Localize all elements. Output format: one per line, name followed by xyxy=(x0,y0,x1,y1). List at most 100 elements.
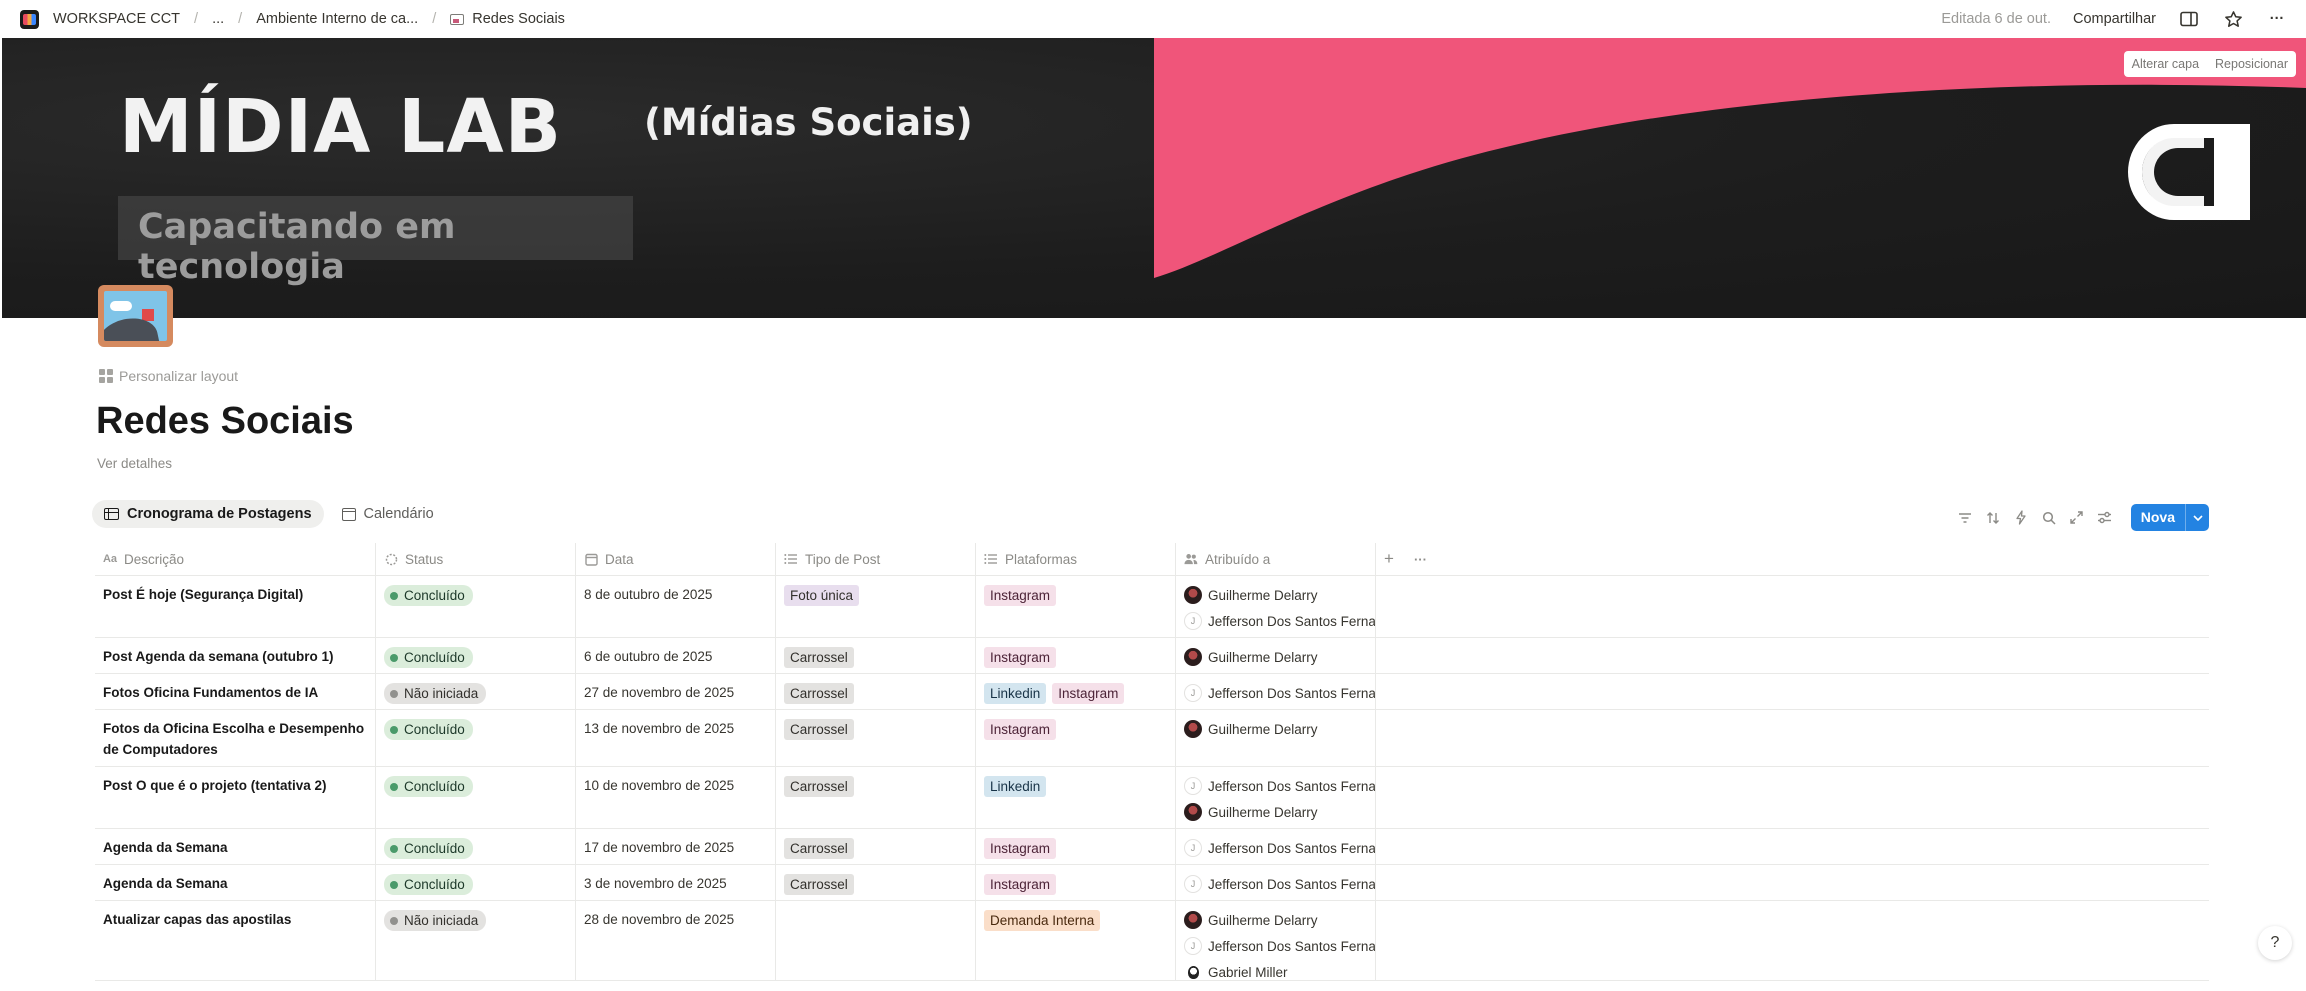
page-picture-icon[interactable] xyxy=(98,285,173,347)
column-header-data[interactable]: Data xyxy=(576,543,776,575)
cell-descricao[interactable]: Post É hoje (Segurança Digital) xyxy=(95,576,376,637)
breadcrumb-current-label: Redes Sociais xyxy=(472,11,565,27)
status-label: Concluído xyxy=(404,588,465,603)
cell-status[interactable]: Concluído xyxy=(376,576,576,637)
cell-atribuido-a[interactable]: Guilherme Delarry xyxy=(1176,638,1376,673)
side-peek-icon[interactable] xyxy=(2178,8,2200,30)
cell-data[interactable]: 10 de novembro de 2025 xyxy=(576,767,776,828)
table-row[interactable]: Fotos Oficina Fundamentos de IA Não inici… xyxy=(95,674,2209,710)
help-button[interactable]: ? xyxy=(2258,926,2292,960)
view-details-link[interactable]: Ver detalhes xyxy=(97,456,172,471)
cell-empty xyxy=(1376,638,2209,673)
cell-plataformas[interactable]: Instagram xyxy=(976,829,1176,864)
settings-sliders-icon[interactable] xyxy=(2095,508,2115,528)
cell-tipo-de-post[interactable]: Carrossel xyxy=(776,638,976,673)
column-header-status[interactable]: Status xyxy=(376,543,576,575)
cell-atribuido-a[interactable]: Guilherme Delarry xyxy=(1176,710,1376,766)
assignee: J Jefferson Dos Santos Ferna xyxy=(1184,933,1375,959)
cell-data[interactable]: 28 de novembro de 2025 xyxy=(576,901,776,980)
cell-status[interactable]: Concluído xyxy=(376,767,576,828)
cell-status[interactable]: Concluído xyxy=(376,638,576,673)
cell-atribuido-a[interactable]: Guilherme Delarry J Jefferson Dos Santos F… xyxy=(1176,901,1376,980)
cell-status[interactable]: Concluído xyxy=(376,710,576,766)
cell-data[interactable]: 8 de outubro de 2025 xyxy=(576,576,776,637)
row-title: Post Agenda da semana (outubro 1) xyxy=(103,649,334,664)
cell-descricao[interactable]: Post Agenda da semana (outubro 1) xyxy=(95,638,376,673)
cell-tipo-de-post[interactable]: Carrossel xyxy=(776,710,976,766)
cell-data[interactable]: 3 de novembro de 2025 xyxy=(576,865,776,900)
cell-data[interactable]: 6 de outubro de 2025 xyxy=(576,638,776,673)
cell-atribuido-a[interactable]: J Jefferson Dos Santos Ferna Guilherme Del… xyxy=(1176,767,1376,828)
cell-descricao[interactable]: Atualizar capas das apostilas xyxy=(95,901,376,980)
column-label: Atribuído a xyxy=(1205,551,1271,567)
platform-tag: Instagram xyxy=(984,719,1057,740)
tab-label: Calendário xyxy=(363,506,434,522)
more-properties-button[interactable]: ··· xyxy=(1414,552,1427,567)
table-row[interactable]: Post É hoje (Segurança Digital) Concluído… xyxy=(95,576,2209,638)
cover-title: MÍDIA LAB xyxy=(119,84,562,170)
cover-tagline: Capacitando em tecnologia xyxy=(138,207,456,287)
cell-tipo-de-post[interactable]: Carrossel xyxy=(776,767,976,828)
cell-tipo-de-post[interactable]: Foto única xyxy=(776,576,976,637)
column-header-descricao[interactable]: Aa Descrição xyxy=(95,543,376,575)
table-row[interactable]: Post Agenda da semana (outubro 1) Concluí… xyxy=(95,638,2209,674)
cell-plataformas[interactable]: Demanda Interna xyxy=(976,901,1176,980)
table-row[interactable]: Post O que é o projeto (tentativa 2) Conc… xyxy=(95,767,2209,829)
cell-tipo-de-post[interactable]: Carrossel xyxy=(776,674,976,709)
cell-plataformas[interactable]: Instagram xyxy=(976,710,1176,766)
tab-calendario[interactable]: Calendário xyxy=(330,500,446,528)
cell-plataformas[interactable]: Instagram xyxy=(976,865,1176,900)
cell-tipo-de-post[interactable]: Carrossel xyxy=(776,865,976,900)
cell-status[interactable]: Não iniciada xyxy=(376,901,576,980)
column-header-tipo-de-post[interactable]: Tipo de Post xyxy=(776,543,976,575)
cell-descricao[interactable]: Post O que é o projeto (tentativa 2) xyxy=(95,767,376,828)
share-button[interactable]: Compartilhar xyxy=(2073,11,2156,27)
cell-descricao[interactable]: Agenda da Semana xyxy=(95,865,376,900)
breadcrumb-current[interactable]: Redes Sociais xyxy=(444,9,571,29)
page-title[interactable]: Redes Sociais xyxy=(96,400,354,443)
change-cover-button[interactable]: Alterar capa xyxy=(2124,51,2207,77)
cell-status[interactable]: Concluído xyxy=(376,865,576,900)
cell-atribuido-a[interactable]: Guilherme Delarry J Jefferson Dos Santos F… xyxy=(1176,576,1376,637)
cell-status[interactable]: Não iniciada xyxy=(376,674,576,709)
cell-atribuido-a[interactable]: J Jefferson Dos Santos Ferna xyxy=(1176,865,1376,900)
tab-cronograma[interactable]: Cronograma de Postagens xyxy=(92,500,324,528)
cell-atribuido-a[interactable]: J Jefferson Dos Santos Ferna xyxy=(1176,829,1376,864)
personalize-layout-button[interactable]: Personalizar layout xyxy=(99,368,238,384)
cell-status[interactable]: Concluído xyxy=(376,829,576,864)
table-row[interactable]: Agenda da Semana Concluído 17 de novembro … xyxy=(95,829,2209,865)
breadcrumb-parent[interactable]: Ambiente Interno de ca... xyxy=(250,9,424,29)
column-header-atribuido-a[interactable]: Atribuído a xyxy=(1176,543,1376,575)
breadcrumb-workspace[interactable]: WORKSPACE CCT xyxy=(47,9,186,29)
chevron-down-icon[interactable] xyxy=(2185,504,2209,531)
cell-descricao[interactable]: Agenda da Semana xyxy=(95,829,376,864)
cell-plataformas[interactable]: Linkedin Instagram xyxy=(976,674,1176,709)
cell-data[interactable]: 17 de novembro de 2025 xyxy=(576,829,776,864)
cell-descricao[interactable]: Fotos da Oficina Escolha e Desempenho de… xyxy=(95,710,376,766)
more-options-button[interactable]: ··· xyxy=(2266,8,2288,30)
cell-data[interactable]: 27 de novembro de 2025 xyxy=(576,674,776,709)
table-row[interactable]: Agenda da Semana Concluído 3 de novembro d… xyxy=(95,865,2209,901)
cell-plataformas[interactable]: Instagram xyxy=(976,638,1176,673)
cell-plataformas[interactable]: Instagram xyxy=(976,576,1176,637)
reposition-cover-button[interactable]: Reposicionar xyxy=(2207,51,2296,77)
cell-tipo-de-post[interactable]: Carrossel xyxy=(776,829,976,864)
cell-atribuido-a[interactable]: J Jefferson Dos Santos Ferna xyxy=(1176,674,1376,709)
expand-icon[interactable] xyxy=(2067,508,2087,528)
new-entry-button[interactable]: Nova xyxy=(2130,504,2209,531)
column-header-plataformas[interactable]: Plataformas xyxy=(976,543,1176,575)
table-row[interactable]: Atualizar capas das apostilas Não iniciad… xyxy=(95,901,2209,981)
add-property-button[interactable]: + xyxy=(1384,549,1394,569)
status-label: Não iniciada xyxy=(404,913,479,928)
cell-tipo-de-post[interactable] xyxy=(776,901,976,980)
breadcrumb-ellipsis[interactable]: ... xyxy=(206,9,230,29)
cell-descricao[interactable]: Fotos Oficina Fundamentos de IA xyxy=(95,674,376,709)
automation-bolt-icon[interactable] xyxy=(2011,508,2031,528)
cell-data[interactable]: 13 de novembro de 2025 xyxy=(576,710,776,766)
sort-icon[interactable] xyxy=(1983,508,2003,528)
filter-icon[interactable] xyxy=(1955,508,1975,528)
favorite-star-icon[interactable] xyxy=(2222,8,2244,30)
cell-plataformas[interactable]: Linkedin xyxy=(976,767,1176,828)
table-row[interactable]: Fotos da Oficina Escolha e Desempenho de… xyxy=(95,710,2209,767)
search-icon[interactable] xyxy=(2039,508,2059,528)
